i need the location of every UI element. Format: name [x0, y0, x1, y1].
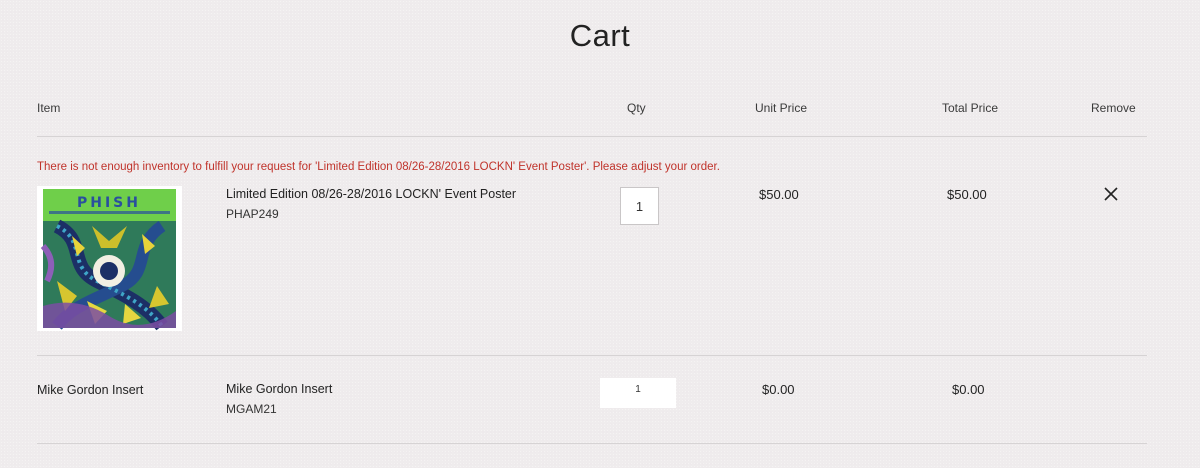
column-header-total-price: Total Price [942, 101, 999, 115]
total-price: $50.00 [947, 187, 987, 202]
unit-price: $50.00 [759, 187, 799, 202]
column-header-item: Item [37, 101, 61, 115]
column-header-remove: Remove [1091, 101, 1136, 115]
item-label: Mike Gordon Insert [37, 383, 144, 397]
column-header-qty: Qty [627, 101, 646, 115]
product-sku: MGAM21 [226, 402, 277, 416]
total-price: $0.00 [952, 382, 985, 397]
close-icon [1104, 187, 1118, 201]
poster-band-text: PHISH [77, 195, 141, 211]
product-sku: PHAP249 [226, 207, 279, 221]
product-image-poster[interactable]: PHISH [37, 186, 182, 331]
product-name-link[interactable]: Mike Gordon Insert [226, 382, 332, 396]
remove-item-button[interactable] [1102, 185, 1120, 203]
quantity-input[interactable] [620, 187, 659, 225]
quantity-input[interactable] [600, 378, 676, 408]
unit-price: $0.00 [762, 382, 795, 397]
row-divider [37, 355, 1147, 356]
header-divider [37, 136, 1147, 137]
poster-artwork: PHISH [40, 189, 176, 331]
row-divider [37, 443, 1147, 444]
inventory-error-message: There is not enough inventory to fulfill… [37, 161, 720, 173]
page-title: Cart [569, 18, 631, 53]
column-header-unit-price: Unit Price [755, 101, 808, 115]
product-name-link[interactable]: Limited Edition 08/26-28/2016 LOCKN' Eve… [226, 187, 516, 201]
